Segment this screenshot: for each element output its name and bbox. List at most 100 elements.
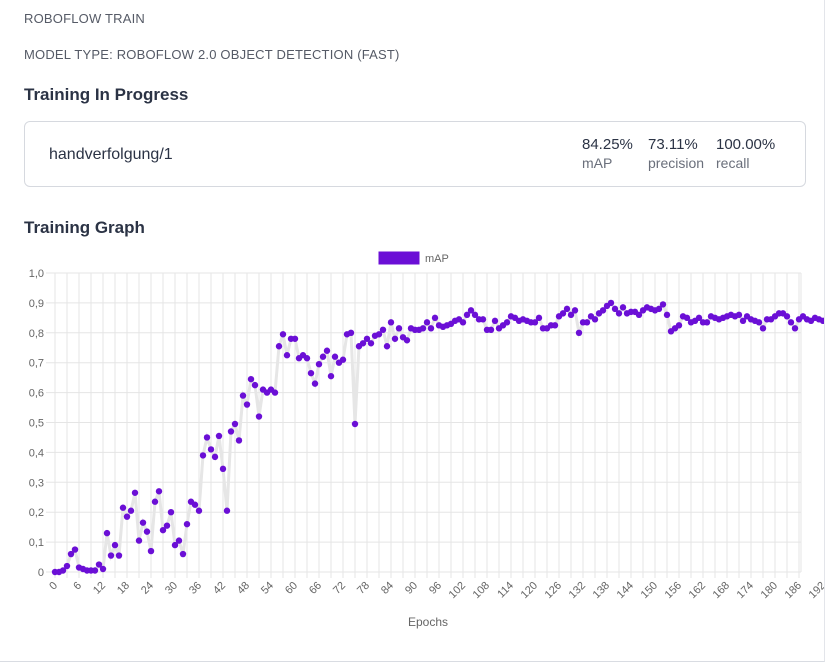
map-data-point	[123, 513, 131, 520]
x-tick-label: 138	[591, 580, 612, 601]
x-tick-label: 72	[331, 580, 348, 597]
map-data-point	[319, 353, 327, 360]
map-data-point	[311, 380, 319, 387]
map-data-point	[591, 316, 599, 323]
x-tick-label: 114	[495, 580, 516, 601]
x-tick-label: 186	[783, 580, 804, 601]
x-tick-label: 120	[519, 580, 540, 601]
training-graph-heading: Training Graph	[24, 218, 145, 237]
x-tick-label: 66	[307, 580, 324, 597]
metric-recall-value: 100.00%	[716, 136, 776, 153]
map-data-point	[379, 326, 387, 334]
map-data-point	[615, 310, 623, 317]
model-name: handverfolgung/1	[49, 146, 173, 163]
y-tick-label: 0,4	[29, 447, 44, 459]
map-data-point	[135, 537, 143, 544]
map-data-point	[315, 360, 323, 368]
x-tick-label: 90	[403, 580, 420, 597]
metric-map-value: 84.25%	[582, 136, 633, 153]
map-data-point	[327, 372, 335, 380]
x-axis-title: Epochs	[408, 615, 448, 629]
map-data-point	[331, 353, 339, 360]
map-data-point	[199, 452, 207, 459]
map-data-point	[367, 340, 375, 347]
map-data-point	[91, 567, 99, 574]
map-data-point	[703, 319, 711, 326]
map-data-point	[231, 420, 239, 428]
y-tick-label: 0,5	[29, 418, 44, 430]
map-data-point	[431, 314, 439, 322]
map-data-point	[759, 325, 767, 332]
map-data-point	[383, 343, 391, 350]
map-data-point	[279, 331, 287, 338]
map-data-point	[207, 446, 215, 453]
x-tick-label: 18	[115, 580, 132, 597]
x-tick-label: 48	[235, 580, 252, 597]
x-tick-label: 132	[567, 580, 588, 601]
map-data-point	[119, 504, 127, 511]
map-data-point	[271, 389, 279, 396]
map-data-point	[227, 428, 235, 435]
map-data-point	[127, 507, 135, 514]
map-data-point	[255, 413, 263, 420]
map-data-point	[163, 522, 171, 529]
x-tick-label: 42	[211, 580, 228, 597]
map-data-point	[551, 322, 559, 329]
y-tick-label: 0	[38, 567, 44, 579]
metric-map-label: mAP	[582, 155, 613, 171]
map-data-point	[791, 325, 799, 332]
map-data-point	[151, 498, 159, 505]
x-tick-label: 156	[663, 580, 684, 601]
map-data-point	[347, 329, 355, 336]
x-tick-label: 0	[47, 580, 60, 593]
map-data-point	[179, 550, 187, 558]
map-data-point	[387, 319, 395, 326]
map-data-point	[607, 299, 615, 307]
legend-swatch	[378, 251, 420, 265]
map-data-point	[175, 537, 183, 544]
map-data-point	[239, 392, 247, 399]
model-progress-card[interactable]: handverfolgung/1 84.25% mAP 73.11% preci…	[24, 121, 806, 187]
map-data-point	[71, 546, 79, 553]
map-data-point	[251, 381, 259, 389]
y-tick-label: 1,0	[29, 268, 44, 280]
map-data-point	[619, 304, 627, 311]
metric-recall: 100.00% recall	[716, 136, 775, 171]
model-type-caption: MODEL TYPE: ROBOFLOW 2.0 OBJECT DETECTIO…	[24, 47, 400, 62]
map-data-point	[571, 307, 579, 314]
map-data-point	[143, 528, 151, 535]
legend-label: mAP	[425, 253, 449, 265]
map-data-point	[351, 420, 359, 428]
map-data-point	[563, 305, 571, 313]
map-data-point	[395, 325, 403, 332]
x-tick-label: 150	[639, 580, 660, 601]
training-graph-chart: 00,10,20,30,40,50,60,70,80,91,00 6 12 18 24 3…	[29, 251, 824, 629]
map-data-point	[583, 319, 591, 326]
map-data-point	[139, 519, 147, 526]
map-data-point	[211, 453, 219, 461]
map-data-point	[63, 562, 71, 570]
y-tick-label: 0,9	[29, 298, 44, 310]
map-data-point	[487, 326, 495, 334]
map-data-point	[147, 547, 155, 555]
map-data-point	[491, 317, 499, 325]
product-caption: ROBOFLOW TRAIN	[24, 11, 146, 26]
map-data-point	[479, 316, 487, 323]
map-data-point	[203, 434, 211, 441]
metric-precision: 73.11% precision	[648, 136, 704, 171]
map-data-point	[675, 322, 683, 329]
map-data-point	[235, 437, 243, 444]
x-tick-label: 60	[283, 580, 300, 597]
map-data-point	[403, 337, 411, 344]
x-tick-label: 84	[379, 580, 396, 597]
map-data-point	[735, 311, 743, 319]
map-data-point	[423, 319, 431, 326]
metric-precision-value: 73.11%	[648, 136, 698, 153]
y-tick-label: 0,1	[29, 537, 44, 549]
map-data-point	[275, 343, 283, 350]
y-tick-label: 0,7	[29, 358, 44, 370]
map-data-point	[243, 401, 251, 408]
map-data-point	[503, 319, 511, 326]
map-data-point	[755, 319, 763, 326]
map-data-point	[427, 325, 435, 332]
